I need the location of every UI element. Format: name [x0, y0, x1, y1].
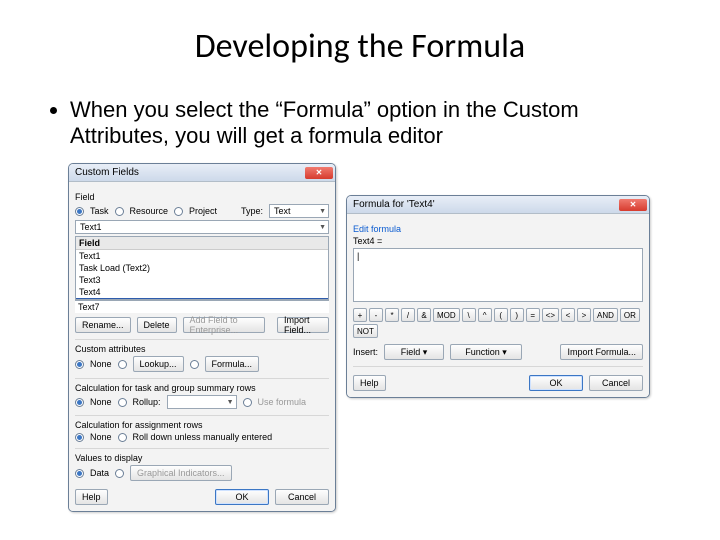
add-to-enterprise-button: Add Field to Enterprise... — [183, 317, 265, 333]
radio-assign-rolldown[interactable] — [118, 433, 127, 442]
dialog-title: Formula for 'Text4' — [353, 199, 435, 210]
radio-task-label: Task — [90, 206, 109, 216]
import-field-button[interactable]: Import Field... — [277, 317, 329, 333]
radio-display-graphical[interactable] — [115, 469, 124, 478]
radio-resource[interactable] — [115, 207, 124, 216]
formula-dialog: Formula for 'Text4' ✕ Edit formula Text4… — [346, 195, 650, 398]
custom-fields-dialog: Custom Fields ✕ Field Task Resource Proj… — [68, 163, 336, 512]
titlebar[interactable]: Formula for 'Text4' ✕ — [347, 196, 649, 214]
values-display-label: Values to display — [75, 453, 329, 463]
radio-summary-rollup[interactable] — [118, 398, 127, 407]
op-mod[interactable]: MOD — [433, 308, 460, 322]
dialog-title: Custom Fields — [75, 167, 139, 178]
op-amp[interactable]: & — [417, 308, 431, 322]
field-listbox[interactable]: Field Text1 Task Load (Text2) Text3 Text… — [75, 236, 329, 300]
op-caret[interactable]: ^ — [478, 308, 492, 322]
list-item[interactable]: Text7 — [78, 302, 100, 312]
ok-button[interactable]: OK — [529, 375, 583, 391]
list-item[interactable]: Text3 — [76, 274, 328, 286]
chevron-down-icon: ▼ — [319, 208, 326, 215]
formula-button[interactable]: Formula... — [205, 356, 260, 372]
graphical-indicators-button: Graphical Indicators... — [130, 465, 232, 481]
rollup-select: ▼ — [167, 395, 237, 409]
list-item[interactable]: Text4 — [76, 286, 328, 298]
titlebar[interactable]: Custom Fields ✕ — [69, 164, 335, 182]
op-not[interactable]: NOT — [353, 324, 378, 338]
help-button[interactable]: Help — [75, 489, 108, 505]
type-label: Type: — [241, 206, 263, 216]
close-icon[interactable]: ✕ — [305, 167, 333, 179]
op-lt[interactable]: < — [561, 308, 575, 322]
op-neq[interactable]: <> — [542, 308, 559, 322]
close-icon[interactable]: ✕ — [619, 199, 647, 211]
op-mult[interactable]: * — [385, 308, 399, 322]
calc-summary-label: Calculation for task and group summary r… — [75, 383, 329, 393]
op-div[interactable]: / — [401, 308, 415, 322]
radio-assign-none[interactable] — [75, 433, 84, 442]
list-header: Field — [76, 237, 328, 250]
chevron-down-icon: ▼ — [319, 224, 326, 231]
delete-button[interactable]: Delete — [137, 317, 177, 333]
cancel-button[interactable]: Cancel — [589, 375, 643, 391]
radio-project[interactable] — [174, 207, 183, 216]
field-select-value: Text1 — [80, 222, 102, 232]
list-item[interactable]: Task Load (Text2) — [76, 262, 328, 274]
field-section-label: Field — [75, 192, 329, 202]
radio-summary-rollup-label: Rollup: — [133, 397, 161, 407]
edit-formula-label: Edit formula — [353, 224, 643, 234]
radio-summary-none[interactable] — [75, 398, 84, 407]
slide-bullet: When you select the “Formula” option in … — [70, 97, 680, 149]
radio-resource-label: Resource — [130, 206, 169, 216]
radio-attr-none[interactable] — [75, 360, 84, 369]
op-minus[interactable]: - — [369, 308, 383, 322]
formula-textarea[interactable]: | — [353, 248, 643, 302]
radio-display-data[interactable] — [75, 469, 84, 478]
type-value: Text — [274, 206, 291, 216]
op-rparen[interactable]: ) — [510, 308, 524, 322]
rename-button[interactable]: Rename... — [75, 317, 131, 333]
op-eq[interactable]: = — [526, 308, 540, 322]
field-select[interactable]: Text1 ▼ — [75, 220, 329, 234]
import-formula-button[interactable]: Import Formula... — [560, 344, 643, 360]
op-or[interactable]: OR — [620, 308, 640, 322]
radio-display-data-label: Data — [90, 468, 109, 478]
radio-summary-formula[interactable] — [243, 398, 252, 407]
custom-attributes-label: Custom attributes — [75, 344, 329, 354]
op-backslash[interactable]: \ — [462, 308, 476, 322]
radio-task[interactable] — [75, 207, 84, 216]
insert-label: Insert: — [353, 347, 378, 357]
slide-title: Developing the Formula — [40, 26, 680, 67]
lookup-button[interactable]: Lookup... — [133, 356, 184, 372]
op-gt[interactable]: > — [577, 308, 591, 322]
radio-project-label: Project — [189, 206, 217, 216]
op-plus[interactable]: + — [353, 308, 367, 322]
cancel-button[interactable]: Cancel — [275, 489, 329, 505]
radio-summary-formula-label: Use formula — [258, 397, 307, 407]
insert-function-button[interactable]: Function ▾ — [450, 344, 522, 360]
radio-summary-none-label: None — [90, 397, 112, 407]
operator-bar: + - * / & MOD \ ^ ( ) = <> < > AND OR NO — [353, 308, 643, 338]
list-item[interactable]: Text1 — [76, 250, 328, 262]
field-equals-label: Text4 = — [353, 236, 643, 246]
radio-attr-lookup[interactable] — [118, 360, 127, 369]
type-select[interactable]: Text ▼ — [269, 204, 329, 218]
radio-assign-rolldown-label: Roll down unless manually entered — [133, 432, 273, 442]
calc-assign-label: Calculation for assignment rows — [75, 420, 329, 430]
help-button[interactable]: Help — [353, 375, 386, 391]
op-and[interactable]: AND — [593, 308, 618, 322]
chevron-down-icon: ▼ — [227, 399, 234, 406]
radio-attr-none-label: None — [90, 359, 112, 369]
insert-field-button[interactable]: Field ▾ — [384, 344, 444, 360]
op-lparen[interactable]: ( — [494, 308, 508, 322]
radio-attr-formula[interactable] — [190, 360, 199, 369]
ok-button[interactable]: OK — [215, 489, 269, 505]
radio-assign-none-label: None — [90, 432, 112, 442]
